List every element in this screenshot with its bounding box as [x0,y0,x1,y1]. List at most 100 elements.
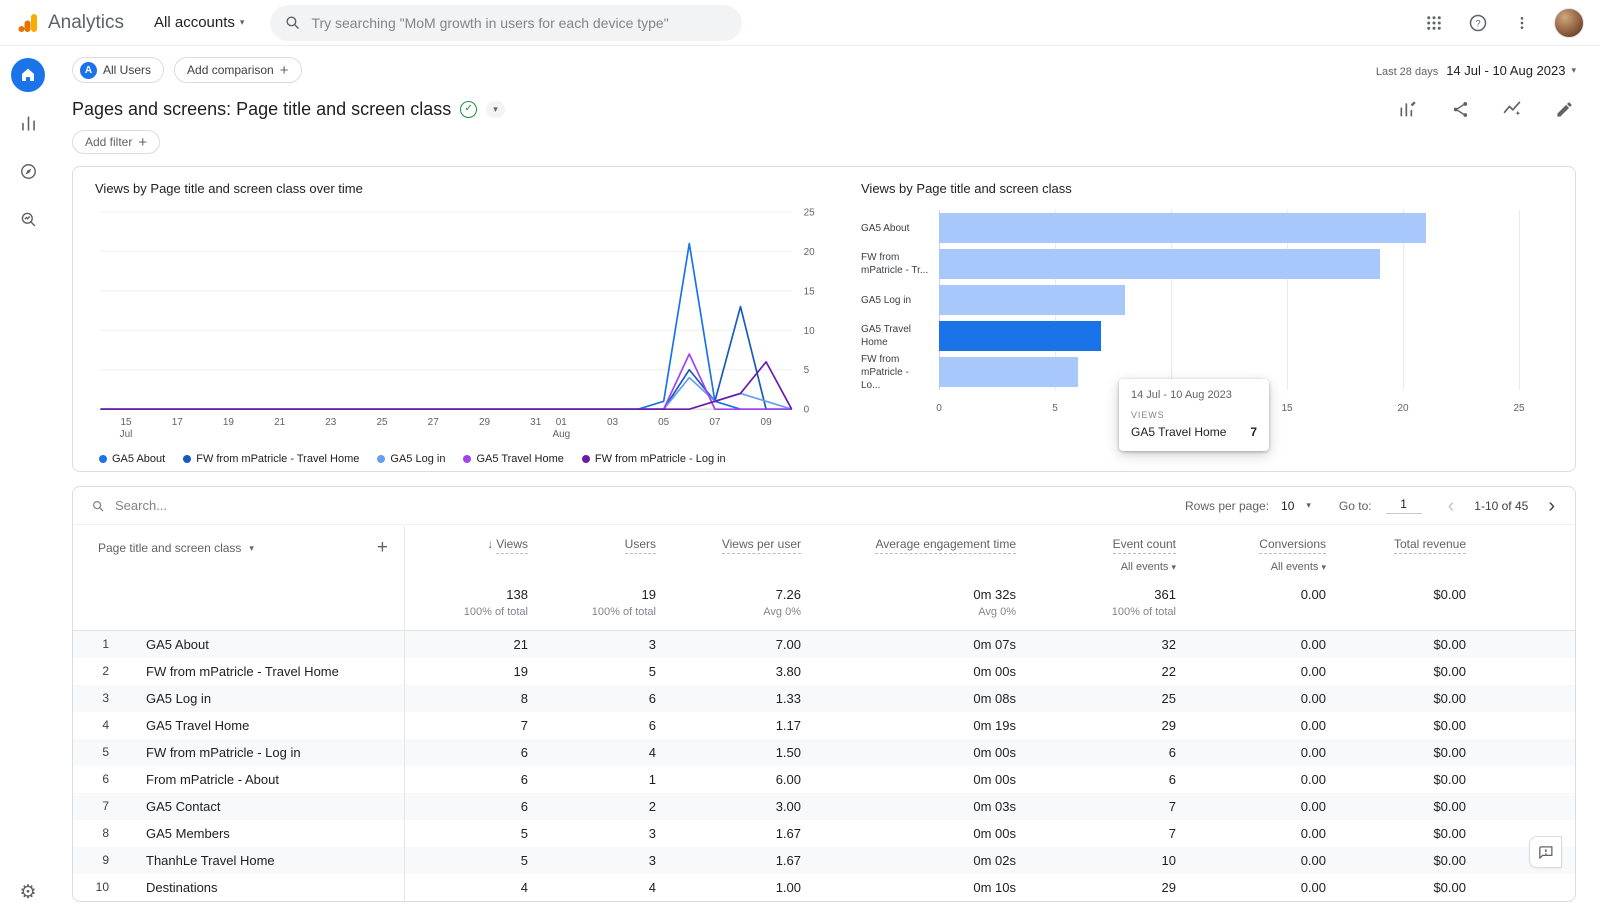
cell-views: 6 [404,799,528,814]
avatar[interactable] [1554,8,1584,38]
table-row[interactable]: 7GA5 Contact623.000m 03s70.00$0.00 [73,793,1575,820]
cell-event-count: 29 [1016,880,1176,895]
total-event-count: 361 [1016,587,1176,602]
table-row[interactable]: 6From mPatricle - About616.000m 00s60.00… [73,766,1575,793]
bar[interactable] [939,321,1101,351]
column-header-total-revenue[interactable]: Total revenue [1326,537,1466,554]
help-icon[interactable]: ? [1466,11,1490,35]
cell-revenue: $0.00 [1326,772,1466,787]
customize-report-icon[interactable] [1396,97,1420,121]
next-page-icon[interactable]: › [1546,496,1557,516]
bar[interactable] [939,213,1426,243]
rows-per-page-select[interactable]: 10▾ [1281,499,1311,513]
column-header-conversions[interactable]: Conversions All events ▾ [1176,537,1326,575]
cell-conversions: 0.00 [1176,664,1326,679]
admin-gear-icon[interactable]: ⚙ [0,881,56,904]
svg-text:15: 15 [121,417,133,428]
svg-text:?: ? [1475,18,1480,28]
table-row[interactable]: 4GA5 Travel Home761.170m 19s290.00$0.00 [73,712,1575,739]
table-row[interactable]: 1GA5 About2137.000m 07s320.00$0.00 [73,631,1575,658]
column-header-views-per-user[interactable]: Views per user [656,537,801,554]
table-row[interactable]: 10Destinations441.000m 10s290.00$0.00 [73,874,1575,901]
row-index: 6 [73,772,121,786]
rows-per-page-label: Rows per page: [1185,499,1269,513]
table-row[interactable]: 5FW from mPatricle - Log in641.500m 00s6… [73,739,1575,766]
cell-event-count: 22 [1016,664,1176,679]
cell-conversions: 0.00 [1176,745,1326,760]
cell-event-count: 29 [1016,718,1176,733]
svg-text:10: 10 [804,326,816,337]
search-input[interactable] [311,15,728,31]
cell-conversions: 0.00 [1176,880,1326,895]
bar[interactable] [939,285,1125,315]
svg-text:29: 29 [479,417,491,428]
cell-event-count: 7 [1016,826,1176,841]
date-range-picker[interactable]: Last 28 days 14 Jul - 10 Aug 2023▾ [1376,63,1576,78]
analytics-logo-icon[interactable] [16,11,40,35]
feedback-button[interactable] [1529,836,1562,868]
table-row[interactable]: 3GA5 Log in861.330m 08s250.00$0.00 [73,685,1575,712]
share-icon[interactable] [1448,97,1472,121]
table-row[interactable]: 8GA5 Members531.670m 00s70.00$0.00 [73,820,1575,847]
bar-category-label: FW from mPatricle - Lo... [861,353,939,392]
go-to-page-input[interactable] [1386,497,1422,514]
bar-row: FW from mPatricle - Tr... [861,246,1519,282]
add-filter-button[interactable]: Add filter + [72,130,160,154]
app-bar: Analytics All accounts▾ ? [0,0,1600,46]
cell-page-title: From mPatricle - About [121,772,404,787]
data-quality-check-icon[interactable]: ✓ [460,101,477,118]
insights-icon[interactable] [1500,97,1524,121]
report-title-chevron[interactable]: ▾ [486,101,505,118]
table-row[interactable]: 9ThanhLe Travel Home531.670m 02s100.00$0… [73,847,1575,874]
legend-item[interactable]: FW from mPatricle - Log in [582,453,726,465]
column-header-avg-engagement[interactable]: Average engagement time [801,537,1016,554]
nav-home[interactable] [11,58,45,92]
svg-text:03: 03 [607,417,619,428]
legend-label: GA5 About [112,453,165,465]
cell-users: 4 [528,880,656,895]
row-index: 10 [73,880,121,894]
cell-views-per-user: 1.17 [656,718,801,733]
legend-item[interactable]: GA5 Travel Home [463,453,563,465]
nav-reports[interactable] [11,106,45,140]
line-chart[interactable]: 051015202515Jul171921232527293101Aug0305… [95,200,831,451]
cell-users: 3 [528,826,656,841]
cell-views: 5 [404,826,528,841]
account-selector[interactable]: All accounts▾ [154,14,244,31]
add-dimension-button[interactable]: + [377,537,388,559]
cell-views: 7 [404,718,528,733]
column-header-event-count[interactable]: Event count All events ▾ [1016,537,1176,575]
conversions-filter[interactable]: All events ▾ [1176,561,1326,574]
nav-explore[interactable] [11,154,45,188]
more-vert-icon[interactable] [1510,11,1534,35]
column-header-views[interactable]: ↓Views [404,537,528,554]
bar-axis-label: 20 [1397,403,1408,414]
bar[interactable] [939,357,1078,387]
add-comparison-button[interactable]: Add comparison + [174,57,301,83]
cell-users: 6 [528,691,656,706]
bar[interactable] [939,249,1380,279]
date-range-value: 14 Jul - 10 Aug 2023 [1446,63,1565,78]
nav-advertising[interactable] [11,202,45,236]
table-search[interactable] [91,498,315,513]
row-index: 5 [73,745,121,759]
apps-grid-icon[interactable] [1422,11,1446,35]
legend-item[interactable]: FW from mPatricle - Travel Home [183,453,359,465]
bar-category-label: FW from mPatricle - Tr... [861,251,939,277]
global-search[interactable] [270,5,742,41]
cell-conversions: 0.00 [1176,853,1326,868]
legend-item[interactable]: GA5 About [99,453,165,465]
bar-x-axis: 0510152025 [939,398,1519,414]
legend-item[interactable]: GA5 Log in [377,453,445,465]
comparison-chip-all-users[interactable]: A All Users [72,57,164,83]
cell-page-title: GA5 About [121,637,404,652]
bar-chart-title: Views by Page title and screen class [861,181,1519,196]
table-row[interactable]: 2FW from mPatricle - Travel Home1953.800… [73,658,1575,685]
table-search-input[interactable] [115,498,315,513]
column-header-users[interactable]: Users [528,537,656,554]
bar-axis-label: 25 [1513,403,1524,414]
event-count-filter[interactable]: All events ▾ [1016,561,1176,574]
previous-page-icon[interactable]: ‹ [1446,496,1457,516]
dimension-header[interactable]: Page title and screen class▾ [98,541,254,555]
edit-icon[interactable] [1552,97,1576,121]
